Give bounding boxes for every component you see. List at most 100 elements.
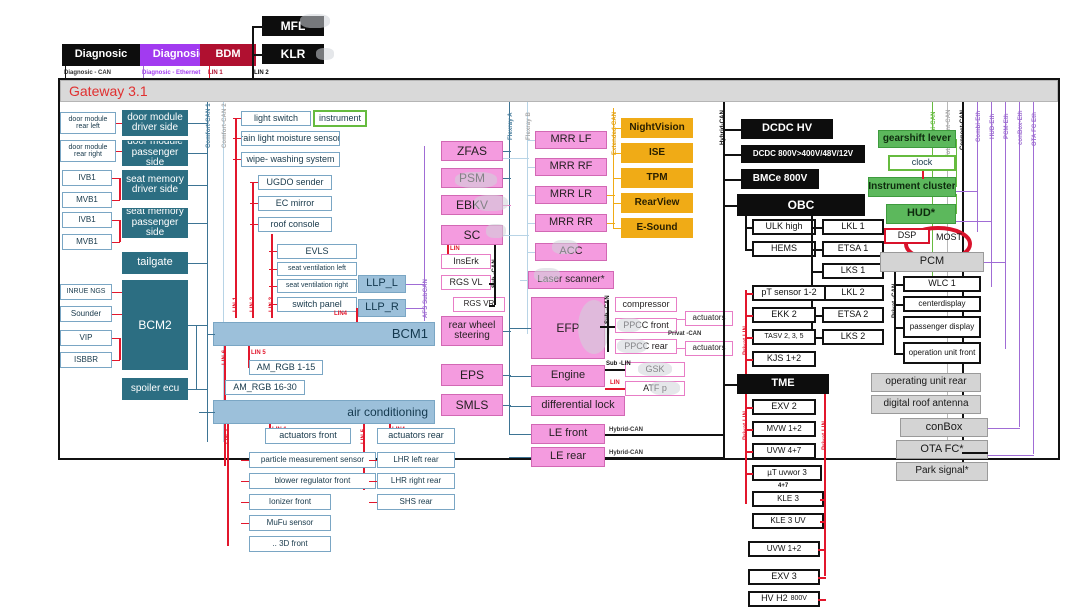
bcm2[interactable]: BCM2 [122,280,188,370]
kle3-b[interactable]: KLE 3 UV [752,513,824,529]
kjs[interactable]: KJS 1+2 [752,351,816,367]
ivb1-a[interactable]: IVB1 [62,170,112,186]
rain-light-moisture-sensor[interactable]: rain light moisture sensor [241,131,340,146]
door-module-driver-side[interactable]: door module driver side [122,110,188,136]
etsa1[interactable]: ETSA 1 [822,241,884,257]
gateway-bar[interactable]: Gateway 3.1 [60,80,1058,102]
exv2[interactable]: EXV 2 [752,399,816,415]
lhr-left-rear[interactable]: LHR left rear [377,452,455,468]
actuators-rear[interactable]: actuators rear [377,428,455,444]
kle3-a[interactable]: KLE 3 [752,491,824,507]
bdm-box[interactable]: BDM [200,44,256,66]
shs-rear[interactable]: SHS rear [377,494,455,510]
ekk2[interactable]: EKK 2 [752,307,816,323]
ut-uvw3[interactable]: µT uvwor 3 [752,465,822,481]
passenger-display[interactable]: passenger display [903,316,981,338]
le-front[interactable]: LE front [531,424,605,444]
mvb1-a[interactable]: MVB1 [62,192,112,208]
spoiler-ecu[interactable]: spoiler ecu [122,378,188,400]
wlc1[interactable]: WLC 1 [903,276,981,292]
smls[interactable]: SMLS [441,394,503,416]
hems[interactable]: HEMS [752,241,816,257]
dsp[interactable]: DSP [884,228,930,244]
particle-measurement-sensor[interactable]: particle measurement sensor [249,452,376,468]
switch-panel[interactable]: switch panel [277,297,357,312]
exv3[interactable]: EXV 3 [748,569,820,585]
dcdc-hv[interactable]: DCDC HV [741,119,833,139]
lks2[interactable]: LKS 2 [822,329,884,345]
operation-unit-front[interactable]: operation unit front [903,342,981,364]
rgs-vl[interactable]: RGS VL [441,275,491,290]
compressor[interactable]: compressor [615,297,677,312]
hv-h2[interactable]: HV H2 800V [748,591,820,607]
operating-unit-rear[interactable]: operating unit rear [871,373,981,392]
ec-mirror[interactable]: EC mirror [258,196,332,211]
etsa2[interactable]: ETSA 2 [822,307,884,323]
instrument-cluster[interactable]: Instrument cluster [868,177,956,197]
rear-wheel-steering[interactable]: rear wheel steering [441,316,503,346]
uvw47[interactable]: UVW 4+7 [752,443,816,459]
mvw[interactable]: MVW 1+2 [752,421,816,437]
wipe-washing-system[interactable]: wipe- washing system [241,152,340,167]
ulk-high[interactable]: ULK high [752,219,816,235]
clock[interactable]: clock [888,155,956,171]
differential-lock[interactable]: differential lock [531,396,625,416]
front-3d[interactable]: .. 3D front [249,536,331,552]
ugdo-sender[interactable]: UGDO sender [258,175,332,190]
tpm[interactable]: TPM [621,168,693,188]
ise[interactable]: ISE [621,143,693,163]
lks1[interactable]: LKS 1 [822,263,884,279]
conbox[interactable]: conBox [900,418,988,437]
ionizer-front[interactable]: Ionizer front [249,494,331,510]
tailgate[interactable]: tailgate [122,252,188,274]
hud[interactable]: HUD* [886,204,956,224]
seat-ventilation-left[interactable]: seat ventilation left [277,262,357,276]
pcm[interactable]: PCM [880,252,984,272]
seat-memory-driver-side[interactable]: seat memory driver side [122,170,188,200]
night-vision[interactable]: NightVision [621,118,693,138]
instrument-box[interactable]: instrument [313,110,367,127]
mrr-rf[interactable]: MRR RF [535,158,607,176]
roof-console[interactable]: roof console [258,217,332,232]
tme[interactable]: TME [737,374,829,394]
lkl2[interactable]: LKL 2 [822,285,884,301]
ota-fc[interactable]: OTA FC* [896,440,988,459]
isbbr[interactable]: ISBBR [60,352,112,368]
le-rear[interactable]: LE rear [531,447,605,467]
mvb1-b[interactable]: MVB1 [62,234,112,250]
centerdisplay[interactable]: centerdisplay [903,296,981,312]
bcm1-bar[interactable]: BCM1 [213,322,435,346]
seat-memory-passenger-side[interactable]: seat memory passenger side [122,208,188,238]
mrr-rr[interactable]: MRR RR [535,214,607,232]
llp-r[interactable]: LLP_R [358,299,406,317]
dcdc-800v[interactable]: DCDC 800V>400V/48V/12V [741,145,865,163]
mrr-lf[interactable]: MRR LF [535,131,607,149]
seat-ventilation-right[interactable]: seat ventilation right [277,279,357,293]
mrr-lr[interactable]: MRR LR [535,186,607,204]
actuators-front[interactable]: actuators front [265,428,351,444]
e-sound[interactable]: E-Sound [621,218,693,238]
door-module-passenger-side[interactable]: door module passenger side [122,140,188,166]
actuators-1[interactable]: actuators [685,311,733,326]
door-module-rear-right[interactable]: door module rear right [60,140,116,162]
klr-box[interactable]: KLR [262,44,324,64]
evls[interactable]: EVLS [277,244,357,259]
lhr-right-rear[interactable]: LHR right rear [377,473,455,489]
engine[interactable]: Engine [531,365,605,387]
lkl1[interactable]: LKL 1 [822,219,884,235]
blower-regulator-front[interactable]: blower regulator front [249,473,376,489]
light-switch[interactable]: light switch [241,111,311,126]
ivb1-b[interactable]: IVB1 [62,212,112,228]
diagnostic-can-box[interactable]: Diagnosic [62,44,140,66]
eps[interactable]: EPS [441,364,503,386]
llp-l[interactable]: LLP_L [358,275,406,293]
zfas[interactable]: ZFAS [441,141,503,161]
rgs-vr[interactable]: RGS VR [453,297,505,312]
actuators-2[interactable]: actuators [685,341,733,356]
inserk[interactable]: InsErk [441,254,491,269]
sounder[interactable]: Sounder [60,306,112,322]
pt-sensor[interactable]: pT sensor 1-2 [752,285,826,301]
tasv[interactable]: TASV 2, 3, 5 [752,329,816,345]
inrue-ngs[interactable]: INRUE NGS [60,284,112,300]
am-rgb-16-30[interactable]: AM_RGB 16-30 [225,380,305,395]
